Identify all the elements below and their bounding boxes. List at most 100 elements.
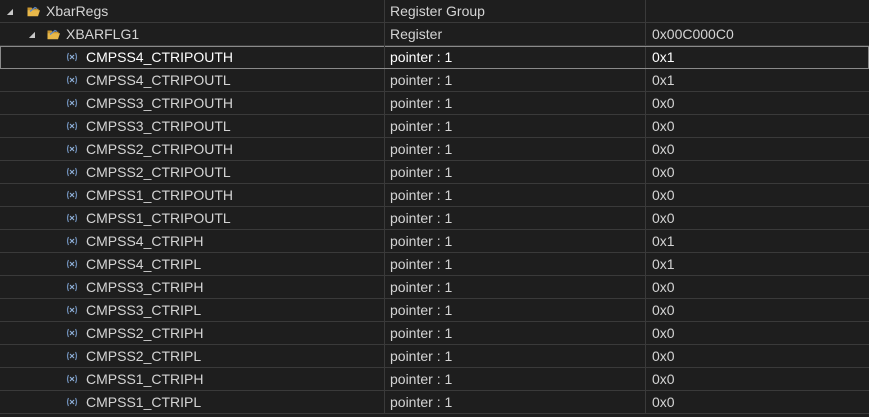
expanded-triangle-icon[interactable]: ◢ — [5, 6, 15, 16]
bitfield-icon — [66, 144, 78, 154]
type-cell: pointer : 1 — [385, 299, 646, 321]
tree-row-field[interactable]: CMPSS2_CTRIPH pointer : 1 0x0 — [0, 322, 869, 345]
name-cell: CMPSS2_CTRIPOUTL — [0, 161, 385, 183]
value-cell[interactable]: 0x0 — [646, 138, 869, 160]
name-cell: CMPSS4_CTRIPOUTL — [0, 69, 385, 91]
bitfield-icon — [66, 121, 78, 131]
tree-row-field[interactable]: CMPSS1_CTRIPOUTH pointer : 1 0x0 — [0, 184, 869, 207]
tree-row-field[interactable]: CMPSS3_CTRIPL pointer : 1 0x0 — [0, 299, 869, 322]
tree-row-field[interactable]: CMPSS2_CTRIPOUTL pointer : 1 0x0 — [0, 161, 869, 184]
bitfield-icon — [66, 167, 78, 177]
bitfield-icon — [66, 328, 78, 338]
tree-row-field[interactable]: CMPSS4_CTRIPOUTH pointer : 1 0x1 — [0, 46, 869, 69]
type-cell: Register Group — [385, 0, 646, 22]
tree-row-field[interactable]: CMPSS1_CTRIPOUTL pointer : 1 0x0 — [0, 207, 869, 230]
name-cell: CMPSS4_CTRIPL — [0, 253, 385, 275]
value-cell[interactable]: 0x0 — [646, 391, 869, 413]
type-cell: pointer : 1 — [385, 230, 646, 252]
bitfield-icon — [66, 305, 78, 315]
value-cell — [646, 0, 869, 22]
value-cell[interactable]: 0x0 — [646, 161, 869, 183]
bitfield-icon — [66, 259, 78, 269]
field-name: CMPSS1_CTRIPH — [86, 371, 204, 387]
root-group-name: XbarRegs — [46, 3, 109, 19]
bitfield-icon — [66, 52, 78, 62]
type-cell: pointer : 1 — [385, 46, 646, 68]
value-cell[interactable]: 0x0 — [646, 92, 869, 114]
bitfield-icon — [66, 236, 78, 246]
name-cell: CMPSS1_CTRIPOUTL — [0, 207, 385, 229]
field-name: CMPSS3_CTRIPOUTH — [86, 95, 234, 111]
bitfield-icon — [66, 213, 78, 223]
field-rows: CMPSS4_CTRIPOUTH pointer : 1 0x1 CMPSS4_… — [0, 46, 869, 414]
value-cell[interactable]: 0x0 — [646, 299, 869, 321]
tree-row-field[interactable]: CMPSS3_CTRIPOUTH pointer : 1 0x0 — [0, 92, 869, 115]
bitfield-icon — [66, 374, 78, 384]
type-cell: pointer : 1 — [385, 345, 646, 367]
value-cell[interactable]: 0x00C000C0 — [646, 23, 869, 45]
type-cell: pointer : 1 — [385, 368, 646, 390]
value-cell[interactable]: 0x0 — [646, 345, 869, 367]
tree-row-field[interactable]: CMPSS2_CTRIPL pointer : 1 0x0 — [0, 345, 869, 368]
tree-row-field[interactable]: CMPSS1_CTRIPH pointer : 1 0x0 — [0, 368, 869, 391]
expanded-triangle-icon[interactable]: ◢ — [27, 29, 37, 39]
bitfield-icon — [66, 98, 78, 108]
value-cell[interactable]: 0x1 — [646, 46, 869, 68]
field-name: CMPSS1_CTRIPL — [86, 394, 202, 410]
value-cell[interactable]: 0x0 — [646, 276, 869, 298]
value-cell[interactable]: 0x0 — [646, 368, 869, 390]
folder-open-icon — [27, 6, 40, 16]
registers-tree[interactable]: ◢ XbarRegs Register Group ◢ XBARFLG1 Reg… — [0, 0, 869, 417]
field-name: CMPSS3_CTRIPL — [86, 302, 202, 318]
tree-row-field[interactable]: CMPSS3_CTRIPH pointer : 1 0x0 — [0, 276, 869, 299]
tree-row-field[interactable]: CMPSS3_CTRIPOUTL pointer : 1 0x0 — [0, 115, 869, 138]
tree-row-field[interactable]: CMPSS4_CTRIPOUTL pointer : 1 0x1 — [0, 69, 869, 92]
name-cell: CMPSS3_CTRIPL — [0, 299, 385, 321]
value-cell[interactable]: 0x1 — [646, 69, 869, 91]
name-cell: CMPSS3_CTRIPOUTL — [0, 115, 385, 137]
bitfield-icon — [66, 351, 78, 361]
type-cell: pointer : 1 — [385, 92, 646, 114]
field-name: CMPSS4_CTRIPOUTL — [86, 72, 231, 88]
name-cell: CMPSS2_CTRIPOUTH — [0, 138, 385, 160]
register-name: XBARFLG1 — [66, 26, 140, 42]
field-name: CMPSS3_CTRIPH — [86, 279, 204, 295]
name-cell: CMPSS4_CTRIPOUTH — [0, 46, 385, 68]
type-cell: pointer : 1 — [385, 322, 646, 344]
bitfield-icon — [66, 75, 78, 85]
field-name: CMPSS4_CTRIPL — [86, 256, 202, 272]
name-cell: CMPSS3_CTRIPOUTH — [0, 92, 385, 114]
field-name: CMPSS2_CTRIPOUTH — [86, 141, 234, 157]
value-cell[interactable]: 0x0 — [646, 184, 869, 206]
name-cell: CMPSS2_CTRIPL — [0, 345, 385, 367]
value-cell[interactable]: 0x0 — [646, 115, 869, 137]
tree-row-root[interactable]: ◢ XbarRegs Register Group — [0, 0, 869, 23]
tree-row-field[interactable]: CMPSS2_CTRIPOUTH pointer : 1 0x0 — [0, 138, 869, 161]
type-cell: pointer : 1 — [385, 161, 646, 183]
field-name: CMPSS2_CTRIPL — [86, 348, 202, 364]
value-cell[interactable]: 0x0 — [646, 322, 869, 344]
name-cell: CMPSS1_CTRIPOUTH — [0, 184, 385, 206]
field-name: CMPSS1_CTRIPOUTH — [86, 187, 234, 203]
tree-row-field[interactable]: CMPSS4_CTRIPL pointer : 1 0x1 — [0, 253, 869, 276]
type-cell: pointer : 1 — [385, 184, 646, 206]
type-cell: pointer : 1 — [385, 276, 646, 298]
value-cell[interactable]: 0x0 — [646, 207, 869, 229]
name-cell: CMPSS2_CTRIPH — [0, 322, 385, 344]
name-cell: CMPSS1_CTRIPH — [0, 368, 385, 390]
tree-row-register[interactable]: ◢ XBARFLG1 Register 0x00C000C0 — [0, 23, 869, 46]
field-name: CMPSS4_CTRIPH — [86, 233, 204, 249]
bitfield-icon — [66, 190, 78, 200]
type-cell: pointer : 1 — [385, 138, 646, 160]
field-name: CMPSS3_CTRIPOUTL — [86, 118, 231, 134]
field-name: CMPSS4_CTRIPOUTH — [86, 49, 234, 65]
field-name: CMPSS1_CTRIPOUTL — [86, 210, 231, 226]
bitfield-icon — [66, 282, 78, 292]
value-cell[interactable]: 0x1 — [646, 230, 869, 252]
name-cell: CMPSS4_CTRIPH — [0, 230, 385, 252]
tree-row-field[interactable]: CMPSS1_CTRIPL pointer : 1 0x0 — [0, 391, 869, 414]
value-cell[interactable]: 0x1 — [646, 253, 869, 275]
field-name: CMPSS2_CTRIPH — [86, 325, 204, 341]
type-cell: pointer : 1 — [385, 69, 646, 91]
tree-row-field[interactable]: CMPSS4_CTRIPH pointer : 1 0x1 — [0, 230, 869, 253]
